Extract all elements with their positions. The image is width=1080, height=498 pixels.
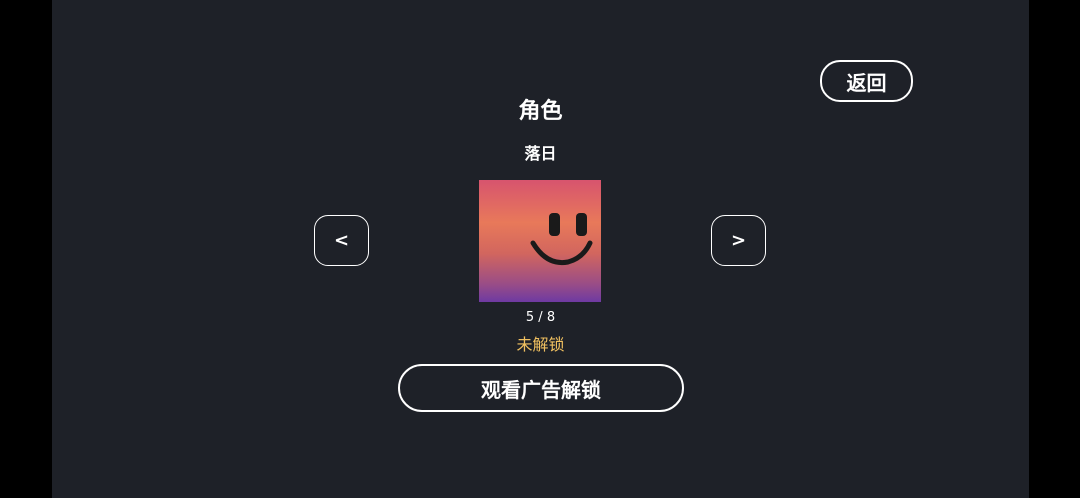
character-counter: 5 / 8: [525, 310, 556, 325]
chevron-left-icon: <: [333, 230, 350, 251]
previous-character-button[interactable]: <: [314, 215, 369, 266]
smiley-face-icon: [530, 213, 593, 266]
chevron-right-icon: >: [730, 230, 747, 251]
page-title: 角色: [518, 99, 563, 124]
character-select-screen: 返回 角色 落日 < > 5 / 8 未解锁 观看广告解锁: [52, 0, 1029, 498]
back-button-label: 返回: [846, 70, 887, 95]
watch-ad-unlock-button[interactable]: 观看广告解锁: [398, 364, 684, 412]
lock-status: 未解锁: [516, 335, 565, 354]
unlock-button-label: 观看广告解锁: [481, 377, 601, 402]
next-character-button[interactable]: >: [711, 215, 766, 266]
character-name: 落日: [524, 144, 557, 163]
character-avatar: [479, 180, 601, 302]
